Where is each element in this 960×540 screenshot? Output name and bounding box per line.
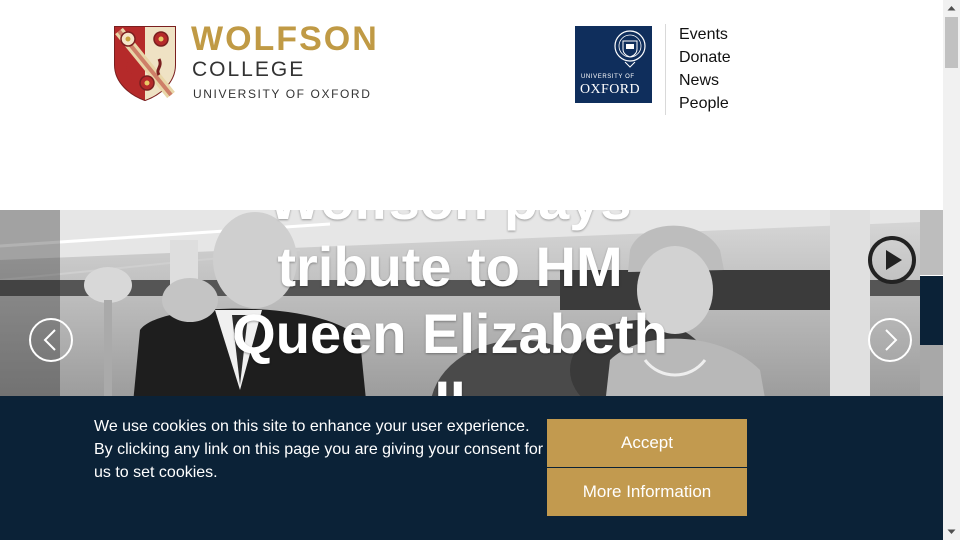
college-crest-icon [114,26,176,101]
play-icon[interactable] [867,235,917,285]
oxford-logo-small-text: UNIVERSITY OF [581,74,635,80]
nav-link-people[interactable]: People [679,95,729,112]
nav-item-news: News [679,72,731,95]
university-of-oxford-logo[interactable]: UNIVERSITY OF OXFORD [575,26,652,103]
cookie-message: We use cookies on this site to enhance y… [94,415,550,484]
cookie-banner: We use cookies on this site to enhance y… [0,396,943,540]
oxford-logo-name: OXFORD [580,82,640,97]
oxford-crest-icon [614,30,646,68]
wolfson-college-logo[interactable]: WOLFSON COLLEGE UNIVERSITY OF OXFORD [113,20,383,104]
slider-next-button[interactable] [868,318,912,362]
college-university-line: UNIVERSITY OF OXFORD [193,87,372,101]
slider-tab-2[interactable] [920,276,943,345]
site-header: WOLFSON COLLEGE UNIVERSITY OF OXFORD UNI… [0,0,943,210]
nav-link-events[interactable]: Events [679,26,728,43]
scroll-up-icon[interactable] [943,0,960,17]
chevron-left-icon [43,329,56,351]
scroll-down-icon[interactable] [943,523,960,540]
nav-item-events: Events [679,26,731,49]
nav-link-donate[interactable]: Donate [679,49,731,66]
vertical-scrollbar[interactable] [943,0,960,540]
college-subtitle: COLLEGE [192,58,306,81]
cookie-message-line-2: By clicking any link on this page you ar… [94,441,544,481]
more-information-button[interactable]: More Information [547,468,747,516]
header-divider [665,24,666,115]
nav-item-people: People [679,95,731,118]
nav-item-donate: Donate [679,49,731,72]
scrollbar-thumb[interactable] [945,17,958,68]
slider-tab-1[interactable] [920,210,943,275]
slider-prev-button[interactable] [29,318,73,362]
nav-link-news[interactable]: News [679,72,719,89]
accept-cookies-button[interactable]: Accept [547,419,747,467]
cookie-message-line-1: We use cookies on this site to enhance y… [94,418,530,435]
header-nav: Events Donate News People [679,26,731,118]
chevron-right-icon [885,329,898,351]
college-name: WOLFSON [191,20,379,58]
